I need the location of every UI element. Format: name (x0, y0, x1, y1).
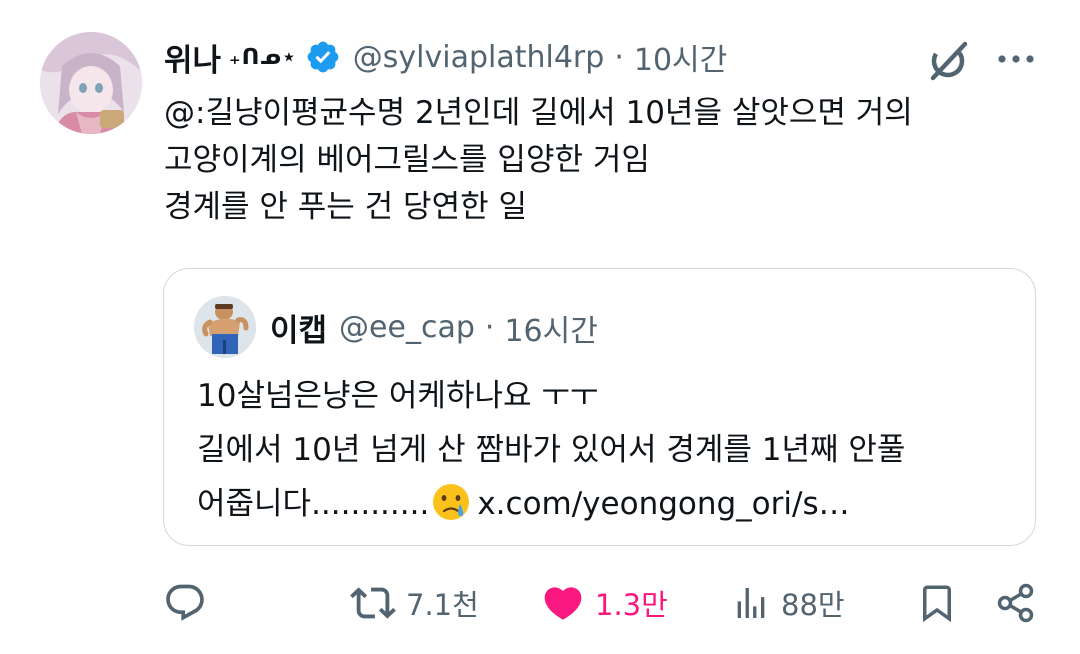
tweet-text-line: 고양이계의 베어그릴스를 입양한 거임 (164, 142, 650, 178)
author-display-name[interactable]: 위나 (164, 35, 221, 80)
quoted-text-line: 10살넘은냥은 어케하나요 ㅜㅜ (197, 378, 599, 414)
reply-icon (166, 584, 204, 621)
quoted-tweet-header: 이캡 @ee_cap · 16시간 (270, 305, 598, 350)
retweet-button[interactable]: 7.1천 (350, 578, 479, 628)
grok-icon[interactable] (925, 38, 971, 84)
verified-badge-icon (305, 39, 341, 75)
tweet-text-line: @:길냥이평균수명 2년인데 길에서 10년을 살앗으면 거의 (164, 95, 913, 131)
tweet-text: @:길냥이평균수명 2년인데 길에서 10년을 살앗으면 거의 고양이계의 베어… (164, 90, 1044, 231)
retweet-count: 7.1천 (406, 588, 479, 622)
share-button[interactable] (994, 578, 1038, 628)
reply-button[interactable] (163, 578, 217, 628)
views-button[interactable]: 88만 (731, 578, 845, 628)
quoted-tweet-link[interactable]: x.com/yeongong_ori/s… (477, 486, 849, 522)
tweet-header: 위나 ₊ᑎᓄ⋆ @sylviaplathl4rp · 10시간 (164, 34, 727, 80)
tweet-action-bar: 7.1천 1.3만 88만 (0, 578, 1080, 628)
quoted-text-fragment: 어줍니다............ (197, 486, 430, 522)
retweet-icon (350, 587, 396, 619)
views-icon (737, 588, 765, 618)
share-icon (997, 583, 1034, 623)
quoted-text-line: 길에서 10년 넘게 산 짬바가 있어서 경계를 1년째 안풀 (197, 432, 906, 468)
like-button[interactable]: 1.3만 (541, 578, 668, 628)
quoted-tweet-timestamp[interactable]: 16시간 (504, 306, 597, 350)
quoted-tweet-card[interactable]: 이캡 @ee_cap · 16시간 10살넘은냥은 어케하나요 ㅜㅜ 길에서 1… (163, 268, 1036, 546)
quoted-tweet-text: 10살넘은냥은 어케하나요 ㅜㅜ 길에서 10년 넘게 산 짬바가 있어서 경계… (197, 369, 1027, 531)
quoted-author-display-name[interactable]: 이캡 (270, 305, 327, 350)
quoted-text-line: 어줍니다............ x.com/yeongong_ori/s… (197, 477, 1027, 531)
quoted-author-handle[interactable]: @ee_cap (339, 310, 475, 345)
header-separator: · (614, 39, 624, 75)
quoted-author-avatar[interactable] (194, 296, 256, 358)
author-handle[interactable]: @sylviaplathl4rp (353, 40, 605, 75)
bookmark-button[interactable] (916, 578, 958, 628)
author-name-decoration: ₊ᑎᓄ⋆ (229, 44, 297, 70)
author-avatar[interactable] (40, 32, 142, 134)
tweet-text-line: 경계를 안 푸는 건 당연한 일 (164, 189, 527, 225)
like-count: 1.3만 (595, 588, 668, 622)
view-count: 88만 (781, 588, 845, 622)
heart-icon (544, 587, 582, 620)
more-dots-icon[interactable] (996, 44, 1036, 74)
tweet-timestamp[interactable]: 10시간 (634, 35, 727, 79)
bookmark-icon (923, 585, 951, 623)
quoted-header-separator: · (484, 310, 495, 345)
crying-face-emoji (431, 482, 471, 522)
